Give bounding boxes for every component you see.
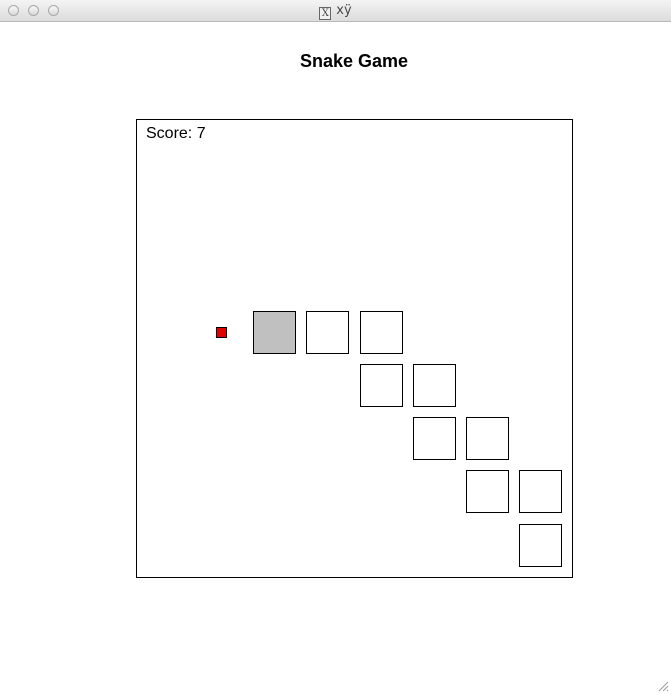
window-title: xÿ bbox=[336, 3, 352, 18]
snake-segment bbox=[466, 417, 509, 460]
food-pellet bbox=[216, 327, 227, 338]
window-titlebar: Xxÿ bbox=[0, 0, 671, 22]
snake-head bbox=[253, 311, 296, 354]
snake-segment bbox=[306, 311, 349, 354]
score-label: Score: 7 bbox=[146, 125, 206, 142]
snake-segment bbox=[413, 417, 456, 460]
resize-grip-icon[interactable] bbox=[657, 680, 669, 692]
game-board[interactable]: Score: 7 bbox=[136, 119, 573, 578]
snake-segment bbox=[360, 364, 403, 407]
snake-segment bbox=[466, 470, 509, 513]
snake-segment bbox=[519, 524, 562, 567]
snake-segment bbox=[360, 311, 403, 354]
game-title: Snake Game bbox=[299, 51, 409, 71]
x11-icon: X bbox=[319, 7, 332, 20]
snake-segment bbox=[413, 364, 456, 407]
window-title-area: Xxÿ bbox=[0, 3, 671, 20]
snake-segment bbox=[519, 470, 562, 513]
